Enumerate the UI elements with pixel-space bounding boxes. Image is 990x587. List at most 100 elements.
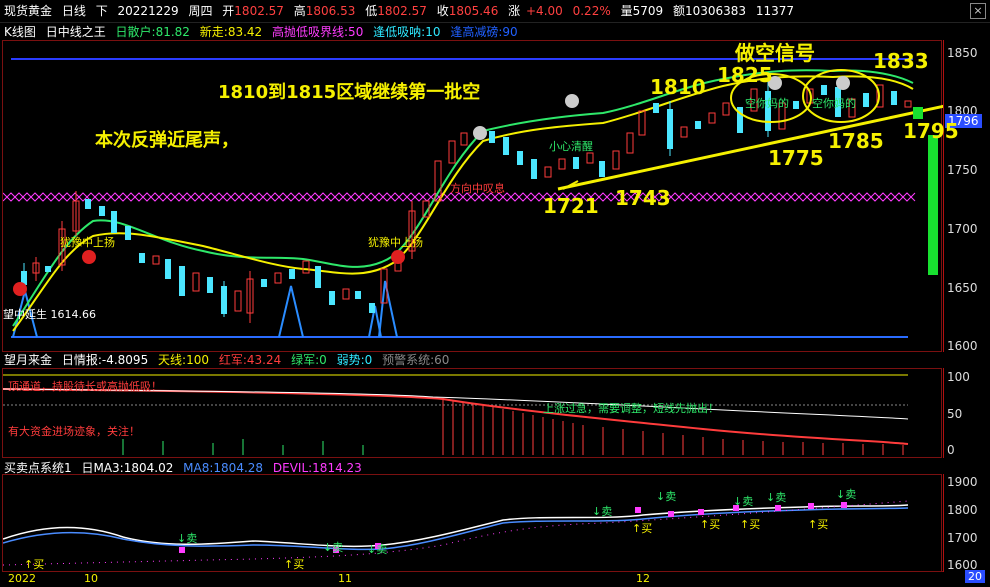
price-tick: 1850 <box>947 46 978 60</box>
symbol-name[interactable]: 现货黄金 <box>4 0 52 22</box>
gold-cross-label: 方向中叹息 <box>450 182 505 195</box>
sub1-note-1: 顶通道，持股待长或高抛低吸！ <box>8 380 162 393</box>
sub1-tian: 天线:100 <box>158 353 209 367</box>
sanhu-value: 日散户:81.82 <box>115 25 190 39</box>
open-value: 开1802.57 <box>222 4 284 18</box>
sub1-hong: 红军:43.24 <box>218 353 282 367</box>
fengdi-value: 逢低吸呐:10 <box>373 25 441 39</box>
red-dot-marker <box>82 250 96 264</box>
volume-value: 量5709 <box>620 4 664 18</box>
face-marker <box>473 126 487 140</box>
sub2-tick: 1900 <box>947 475 978 489</box>
buy-signal: ↑买 <box>700 518 721 531</box>
period-label[interactable]: 日线 <box>62 0 86 22</box>
face-marker <box>565 94 579 108</box>
low-value: 低1802.57 <box>365 4 427 18</box>
buy-signal: ↑买 <box>24 558 45 571</box>
change-value: +4.00 <box>526 4 563 18</box>
extra-value: 11377 <box>755 4 795 18</box>
buy-signal: ↑买 <box>284 558 305 571</box>
kong-label-1: 空你妈的 <box>745 97 789 110</box>
sub2-chart[interactable] <box>3 475 943 569</box>
time-tick: 2022 <box>8 572 36 585</box>
buy-signal: ↑买 <box>632 522 653 535</box>
level-1833: 1833 <box>873 49 929 73</box>
red-dot-marker <box>391 250 405 264</box>
sub1-tick: 100 <box>947 370 970 384</box>
close-value: 收1805.46 <box>436 4 499 18</box>
face-marker <box>836 76 850 90</box>
price-tick: 1600 <box>947 339 978 353</box>
price-tick: 1650 <box>947 281 978 295</box>
sub1-title[interactable]: 望月来金 <box>4 353 52 367</box>
sub2-ma3: 日MA3:1804.02 <box>81 461 174 475</box>
quote-date: 20221229 <box>117 4 179 18</box>
amount-value: 额10306383 <box>672 4 747 18</box>
quote-header: 现货黄金 日线 下 20221229 周四 开1802.57 高1806.53 … <box>0 0 990 23</box>
sell-signal: ↓卖 <box>733 495 754 508</box>
time-axis <box>2 571 943 587</box>
time-tick: 11 <box>338 572 352 585</box>
hesitate-label-2: 犹豫中上扬 <box>368 236 423 249</box>
careful-label: 小心清醒 <box>549 140 593 153</box>
sub2-devil: DEVIL:1814.23 <box>272 461 362 475</box>
short-signal-label: 做空信号 <box>735 41 815 65</box>
sell-signal: ↓卖 <box>836 488 857 501</box>
sub2-title[interactable]: 买卖点系统1 <box>4 461 72 475</box>
level-1825: 1825 <box>717 63 773 87</box>
sell-signal: ↓卖 <box>367 543 388 556</box>
sub1-info: 日情报:-4.8095 <box>61 353 149 367</box>
sub1-tick: 50 <box>947 407 963 421</box>
candles <box>21 81 912 323</box>
annotation-subtitle: 本次反弹近尾声， <box>95 130 239 151</box>
sub1-ruo: 弱势:0 <box>336 353 373 367</box>
kong-label-2: 空你妈的 <box>812 97 856 110</box>
buy-signal: ↑买 <box>808 518 829 531</box>
quote-weekday: 周四 <box>188 4 213 18</box>
sell-signal: ↓卖 <box>323 541 344 554</box>
high-value: 高1806.53 <box>293 4 356 18</box>
sub1-note-3: 上涨过急，需要调整，短线先抛出！ <box>543 402 719 415</box>
mid-label: 望中延生 1614.66 <box>3 308 96 321</box>
price-tick: 1750 <box>947 163 978 177</box>
gaopao-value: 高抛低吸界线:50 <box>272 25 364 39</box>
time-tick: 10 <box>84 572 98 585</box>
xinzou-value: 新走:83.42 <box>199 25 263 39</box>
price-axis <box>943 40 990 352</box>
annotation-title: 1810到1815区域继续第一批空 <box>218 82 481 103</box>
level-1721: 1721 <box>543 194 599 218</box>
sub1-lv: 绿军:0 <box>291 353 327 367</box>
sub2-tick: 1800 <box>947 503 978 517</box>
time-tick: 12 <box>636 572 650 585</box>
change-percent: 0.22% <box>572 4 611 18</box>
sub2-ma8: MA8:1804.28 <box>183 461 264 475</box>
change-label: 涨 <box>508 4 521 18</box>
level-1795: 1795 <box>903 119 959 143</box>
direction-label: 下 <box>95 4 108 18</box>
sell-signal: ↓卖 <box>177 532 198 545</box>
uptrend-line <box>557 104 943 191</box>
price-tick: 1700 <box>947 222 978 236</box>
level-1810: 1810 <box>650 75 706 99</box>
green-small-box <box>913 107 923 119</box>
sell-signal: ↓卖 <box>592 505 613 518</box>
sell-signal: ↓卖 <box>766 491 787 504</box>
indicator-name[interactable]: 日中线之王 <box>46 25 106 39</box>
fenggao-value: 逢高减磅:90 <box>450 25 518 39</box>
green-signal-bar <box>928 135 938 275</box>
sub1-indicator-bar: 望月来金 日情报:-4.8095 天线:100 红军:43.24 绿军:0 弱势… <box>4 352 449 368</box>
level-1775: 1775 <box>768 146 824 170</box>
main-indicator-bar: K线图 日中线之王 日散户:81.82 新走:83.42 高抛低吸界线:50 逢… <box>4 24 518 40</box>
level-1785: 1785 <box>828 129 884 153</box>
sub2-indicator-bar: 买卖点系统1 日MA3:1804.02 MA8:1804.28 DEVIL:18… <box>4 460 362 476</box>
level-1743: 1743 <box>615 186 671 210</box>
sell-signal: ↓卖 <box>656 490 677 503</box>
time-tick-end[interactable]: 20 <box>965 570 985 583</box>
buy-signal: ↑买 <box>740 518 761 531</box>
red-dot-marker <box>13 282 27 296</box>
close-window-icon[interactable]: × <box>970 3 986 19</box>
hesitate-label-1: 犹豫中上扬 <box>60 236 115 249</box>
ma-yellow-line <box>12 75 914 332</box>
sub2-tick: 1700 <box>947 531 978 545</box>
kline-title[interactable]: K线图 <box>4 25 36 39</box>
